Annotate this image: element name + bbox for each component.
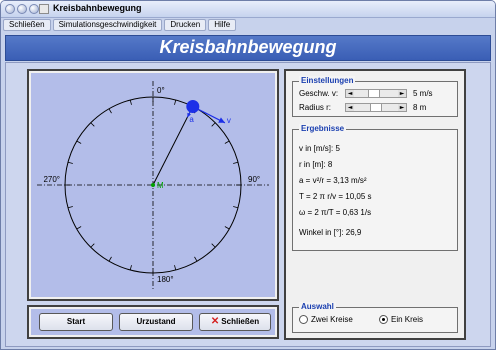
center-label: M — [157, 181, 164, 190]
selection-title: Auswahl — [299, 302, 336, 311]
result-radius: r in [m]: 8 — [299, 160, 333, 169]
option-two-circles[interactable]: Zwei Kreise — [299, 315, 353, 324]
circle-tick — [129, 265, 132, 271]
radius-decrease-icon[interactable]: ◄ — [346, 104, 354, 111]
radius-slider-thumb[interactable] — [370, 104, 382, 111]
close-button[interactable]: ✕ Schließen — [199, 313, 271, 331]
radius-value: 8 m — [413, 103, 427, 112]
settings-title: Einstellungen — [299, 76, 356, 85]
circle-tick — [76, 140, 82, 144]
circle-tick — [224, 226, 230, 230]
circle-tick — [233, 206, 239, 209]
speed-increase-icon[interactable]: ► — [398, 90, 406, 97]
speed-label: Geschw. v: — [299, 89, 339, 98]
radius-increase-icon[interactable]: ► — [398, 104, 406, 111]
option-two-circles-label: Zwei Kreise — [311, 315, 353, 324]
window-title: Kreisbahnbewegung — [53, 3, 142, 13]
option-one-circle[interactable]: Ein Kreis — [379, 315, 423, 324]
banner: Kreisbahnbewegung — [5, 35, 491, 61]
velocity-label: v — [227, 116, 231, 125]
circle-tick — [224, 140, 230, 144]
result-acceleration: a = v²/r = 3,13 m/s² — [299, 176, 367, 185]
result-angle: Winkel in [°]: 26,9 — [299, 228, 362, 237]
result-velocity: v in [m/s]: 5 — [299, 144, 340, 153]
button-area: Start Urzustand ✕ Schließen — [31, 309, 275, 335]
banner-title: Kreisbahnbewegung — [159, 37, 337, 57]
menu-simulationsgeschwindigkeit[interactable]: Simulationsgeschwindigkeit — [52, 19, 163, 31]
control-panel: Einstellungen Geschw. v: ◄ ► 5 m/s Radiu… — [284, 69, 466, 340]
reset-button[interactable]: Urzustand — [119, 313, 193, 331]
close-icon: ✕ — [210, 316, 220, 327]
circle-tick — [233, 161, 239, 164]
angle-label-270: 270° — [43, 175, 60, 184]
circle-tick — [67, 161, 73, 164]
simulation-frame: 0° 90° 180° 270° M a v — [27, 69, 279, 301]
radius-label: Radius r: — [299, 103, 332, 112]
main-panel: 0° 90° 180° 270° M a v Start Urzustand ✕… — [5, 62, 491, 347]
app-window: Kreisbahnbewegung Schließen Simulationsg… — [0, 0, 496, 350]
maximize-window-icon[interactable] — [29, 4, 39, 14]
selection-group: Auswahl Zwei Kreise Ein Kreis — [292, 302, 458, 333]
results-title: Ergebnisse — [299, 124, 347, 133]
circle-tick — [90, 243, 95, 248]
settings-group: Einstellungen Geschw. v: ◄ ► 5 m/s Radiu… — [292, 76, 458, 117]
results-group: Ergebnisse v in [m/s]: 5 r in [m]: 8 a =… — [292, 124, 458, 251]
close-window-icon[interactable] — [5, 4, 15, 14]
circle-tick — [108, 108, 112, 114]
speed-slider-thumb[interactable] — [368, 90, 381, 97]
speed-decrease-icon[interactable]: ◄ — [346, 90, 354, 97]
moving-ball — [186, 100, 200, 114]
circle-tick — [174, 265, 177, 271]
simulation-canvas: 0° 90° 180° 270° M a v — [31, 73, 275, 297]
result-period: T = 2 π r/v = 10,05 s — [299, 192, 372, 201]
reset-button-label: Urzustand — [136, 317, 176, 326]
circle-tick — [90, 122, 95, 127]
angle-label-90: 90° — [248, 175, 260, 184]
angle-label-0: 0° — [157, 86, 165, 95]
window-controls — [5, 4, 39, 14]
radio-one-circle[interactable] — [379, 315, 388, 324]
radius-line — [152, 106, 194, 186]
circle-tick — [108, 256, 112, 262]
title-bar: Kreisbahnbewegung — [1, 1, 495, 18]
app-icon — [39, 4, 49, 14]
start-button-label: Start — [66, 317, 86, 326]
start-button[interactable]: Start — [39, 313, 113, 331]
menu-drucken[interactable]: Drucken — [164, 19, 207, 31]
speed-value: 5 m/s — [413, 89, 433, 98]
radio-two-circles[interactable] — [299, 315, 308, 324]
acceleration-label: a — [189, 115, 194, 124]
circle-tick — [174, 99, 177, 105]
result-angular-velocity: ω = 2 π/T = 0,63 1/s — [299, 208, 372, 217]
circle-tick — [211, 243, 216, 248]
circle-tick — [129, 99, 132, 105]
close-button-label: Schließen — [221, 317, 260, 326]
circle-tick — [76, 226, 82, 230]
button-frame: Start Urzustand ✕ Schließen — [27, 305, 279, 339]
menu-schliessen[interactable]: Schließen — [3, 19, 51, 31]
angle-label-180: 180° — [157, 275, 174, 284]
menu-hilfe[interactable]: Hilfe — [208, 19, 237, 31]
circle-tick — [211, 122, 216, 127]
circle-tick — [194, 256, 198, 262]
option-one-circle-label: Ein Kreis — [391, 315, 424, 324]
circular-motion-drawing: 0° 90° 180° 270° M a v — [37, 81, 269, 289]
menu-bar: Schließen Simulationsgeschwindigkeit Dru… — [3, 19, 493, 32]
minimize-window-icon[interactable] — [17, 4, 27, 14]
radius-slider[interactable]: ◄ ► — [345, 103, 407, 112]
speed-slider[interactable]: ◄ ► — [345, 89, 407, 98]
circle-tick — [67, 206, 73, 209]
center-point — [151, 183, 155, 187]
